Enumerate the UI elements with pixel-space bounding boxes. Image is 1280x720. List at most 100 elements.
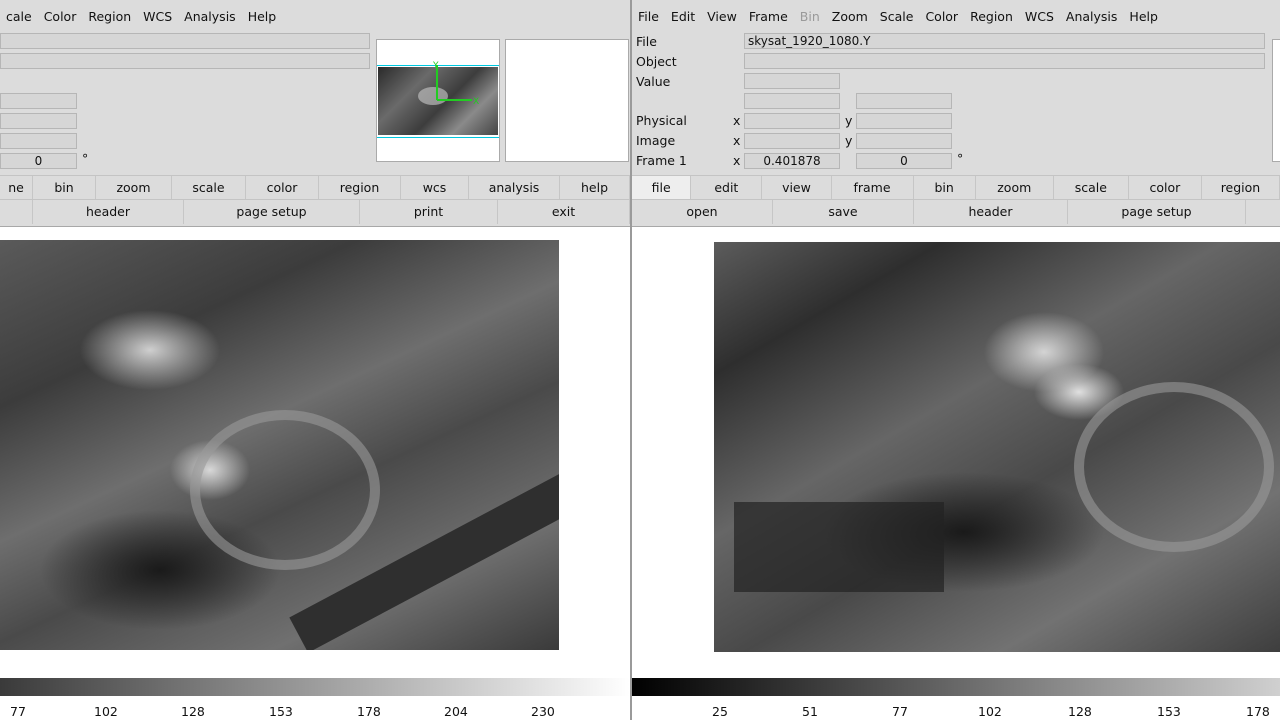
btn-analysis[interactable]: analysis bbox=[469, 176, 560, 200]
tick-label: 25 bbox=[712, 704, 728, 719]
file-field: skysat_1920_1080.Y bbox=[744, 33, 1265, 49]
tick-label: 153 bbox=[269, 704, 293, 719]
y-label: y bbox=[845, 113, 853, 128]
btn-wcs[interactable]: wcs bbox=[401, 176, 469, 200]
svg-text:Y: Y bbox=[432, 61, 439, 71]
ds9-window-right: File Edit View Frame Bin Zoom Scale Colo… bbox=[632, 0, 1280, 720]
btn-exit[interactable]: exit bbox=[498, 200, 630, 224]
x-label: x bbox=[733, 153, 741, 168]
menu-frame[interactable]: Frame bbox=[743, 9, 794, 24]
button-bar-primary-right: file edit view frame bin zoom scale colo… bbox=[632, 175, 1280, 200]
menu-color[interactable]: Color bbox=[38, 9, 83, 24]
button-bar-secondary-left: header page setup print exit bbox=[0, 199, 630, 224]
menu-help[interactable]: Help bbox=[1123, 9, 1164, 24]
tick-label: 178 bbox=[357, 704, 381, 719]
value-field bbox=[0, 93, 77, 109]
object-field bbox=[0, 53, 370, 69]
btn-zoom[interactable]: zoom bbox=[96, 176, 172, 200]
wcs-y-field bbox=[856, 93, 952, 109]
menu-region[interactable]: Region bbox=[82, 9, 137, 24]
btn-file[interactable]: file bbox=[632, 176, 692, 200]
menu-analysis[interactable]: Analysis bbox=[178, 9, 242, 24]
image-label: Image bbox=[636, 133, 676, 148]
value-label: Value bbox=[636, 74, 671, 89]
tick-label: 77 bbox=[892, 704, 908, 719]
wcs-x-field bbox=[744, 93, 840, 109]
frame-angle-field: 0 bbox=[856, 153, 952, 169]
y-label: y bbox=[845, 133, 853, 148]
btn-page-setup[interactable]: page setup bbox=[184, 200, 360, 224]
file-label: File bbox=[636, 34, 657, 49]
tick-label: 128 bbox=[1068, 704, 1092, 719]
physical-x-field bbox=[744, 113, 840, 129]
file-field bbox=[0, 33, 370, 49]
physical-y-field bbox=[856, 113, 952, 129]
btn-color[interactable]: color bbox=[246, 176, 319, 200]
menu-edit[interactable]: Edit bbox=[665, 9, 701, 24]
btn-edit[interactable]: edit bbox=[691, 176, 763, 200]
pan-compass-icon: Y X bbox=[432, 61, 479, 105]
menu-color[interactable]: Color bbox=[919, 9, 964, 24]
btn-frame[interactable]: frame bbox=[832, 176, 914, 200]
menubar-left: cale Color Region WCS Analysis Help bbox=[0, 4, 282, 28]
btn-help[interactable]: help bbox=[560, 176, 630, 200]
image-y-field bbox=[856, 133, 952, 149]
btn-header[interactable]: header bbox=[914, 200, 1068, 224]
image-x-field bbox=[744, 133, 840, 149]
tick-label: 204 bbox=[444, 704, 468, 719]
btn-scale[interactable]: scale bbox=[172, 176, 246, 200]
menu-region[interactable]: Region bbox=[964, 9, 1019, 24]
btn-save[interactable]: save bbox=[773, 200, 914, 224]
degree-symbol: ° bbox=[957, 151, 964, 166]
object-field bbox=[744, 53, 1265, 69]
menu-bin: Bin bbox=[799, 8, 820, 24]
menubar-right: File Edit View Frame Bin Zoom Scale Colo… bbox=[632, 4, 1164, 28]
svg-text:X: X bbox=[473, 97, 479, 105]
btn-frame[interactable]: ne bbox=[0, 176, 33, 200]
button-bar-secondary-right: open save header page setup bbox=[632, 199, 1280, 224]
menu-help[interactable]: Help bbox=[242, 9, 283, 24]
btn-zoom[interactable]: zoom bbox=[976, 176, 1054, 200]
colorbar-right[interactable] bbox=[632, 678, 1280, 696]
image-canvas-right[interactable] bbox=[632, 226, 1280, 678]
image-canvas-left[interactable] bbox=[0, 226, 630, 678]
tick-label: 128 bbox=[181, 704, 205, 719]
btn-print[interactable]: print bbox=[360, 200, 498, 224]
btn-bin[interactable]: bin bbox=[914, 176, 976, 200]
menu-file[interactable]: File bbox=[632, 9, 665, 24]
btn-color[interactable]: color bbox=[1129, 176, 1202, 200]
btn-view[interactable]: view bbox=[762, 176, 832, 200]
btn-bin[interactable]: bin bbox=[33, 176, 96, 200]
panner-panel[interactable]: Y X bbox=[376, 39, 500, 162]
tick-label: 77 bbox=[10, 704, 26, 719]
panner-panel[interactable] bbox=[1272, 39, 1280, 162]
menu-wcs[interactable]: WCS bbox=[1019, 9, 1060, 24]
menu-view[interactable]: View bbox=[701, 9, 743, 24]
menu-zoom[interactable]: Zoom bbox=[826, 9, 874, 24]
btn-header[interactable]: header bbox=[33, 200, 184, 224]
degree-symbol: ° bbox=[82, 151, 89, 166]
btn-region[interactable]: region bbox=[1202, 176, 1280, 200]
menu-wcs[interactable]: WCS bbox=[137, 9, 178, 24]
tick-label: 230 bbox=[531, 704, 555, 719]
btn-scale[interactable]: scale bbox=[1054, 176, 1129, 200]
ds9-window-left: cale Color Region WCS Analysis Help 0 ° … bbox=[0, 0, 630, 720]
satellite-image-left bbox=[0, 240, 559, 650]
satellite-image-right bbox=[714, 242, 1280, 652]
menu-analysis[interactable]: Analysis bbox=[1060, 9, 1124, 24]
btn-blank[interactable] bbox=[0, 200, 33, 224]
tick-label: 178 bbox=[1246, 704, 1270, 719]
x-label: x bbox=[733, 133, 741, 148]
btn-region[interactable]: region bbox=[319, 176, 401, 200]
btn-page-setup[interactable]: page setup bbox=[1068, 200, 1246, 224]
panner-bottom-line bbox=[377, 137, 499, 138]
tick-label: 153 bbox=[1157, 704, 1181, 719]
colorbar-ticks-left: 77 102 128 153 178 204 230 bbox=[0, 696, 630, 720]
angle-field: 0 bbox=[0, 153, 77, 169]
button-bar-primary-left: ne bin zoom scale color region wcs analy… bbox=[0, 175, 630, 200]
btn-open[interactable]: open bbox=[632, 200, 773, 224]
colorbar-left[interactable] bbox=[0, 678, 630, 696]
menu-scale[interactable]: Scale bbox=[874, 9, 920, 24]
menu-scale[interactable]: cale bbox=[0, 9, 38, 24]
value-field bbox=[744, 73, 840, 89]
